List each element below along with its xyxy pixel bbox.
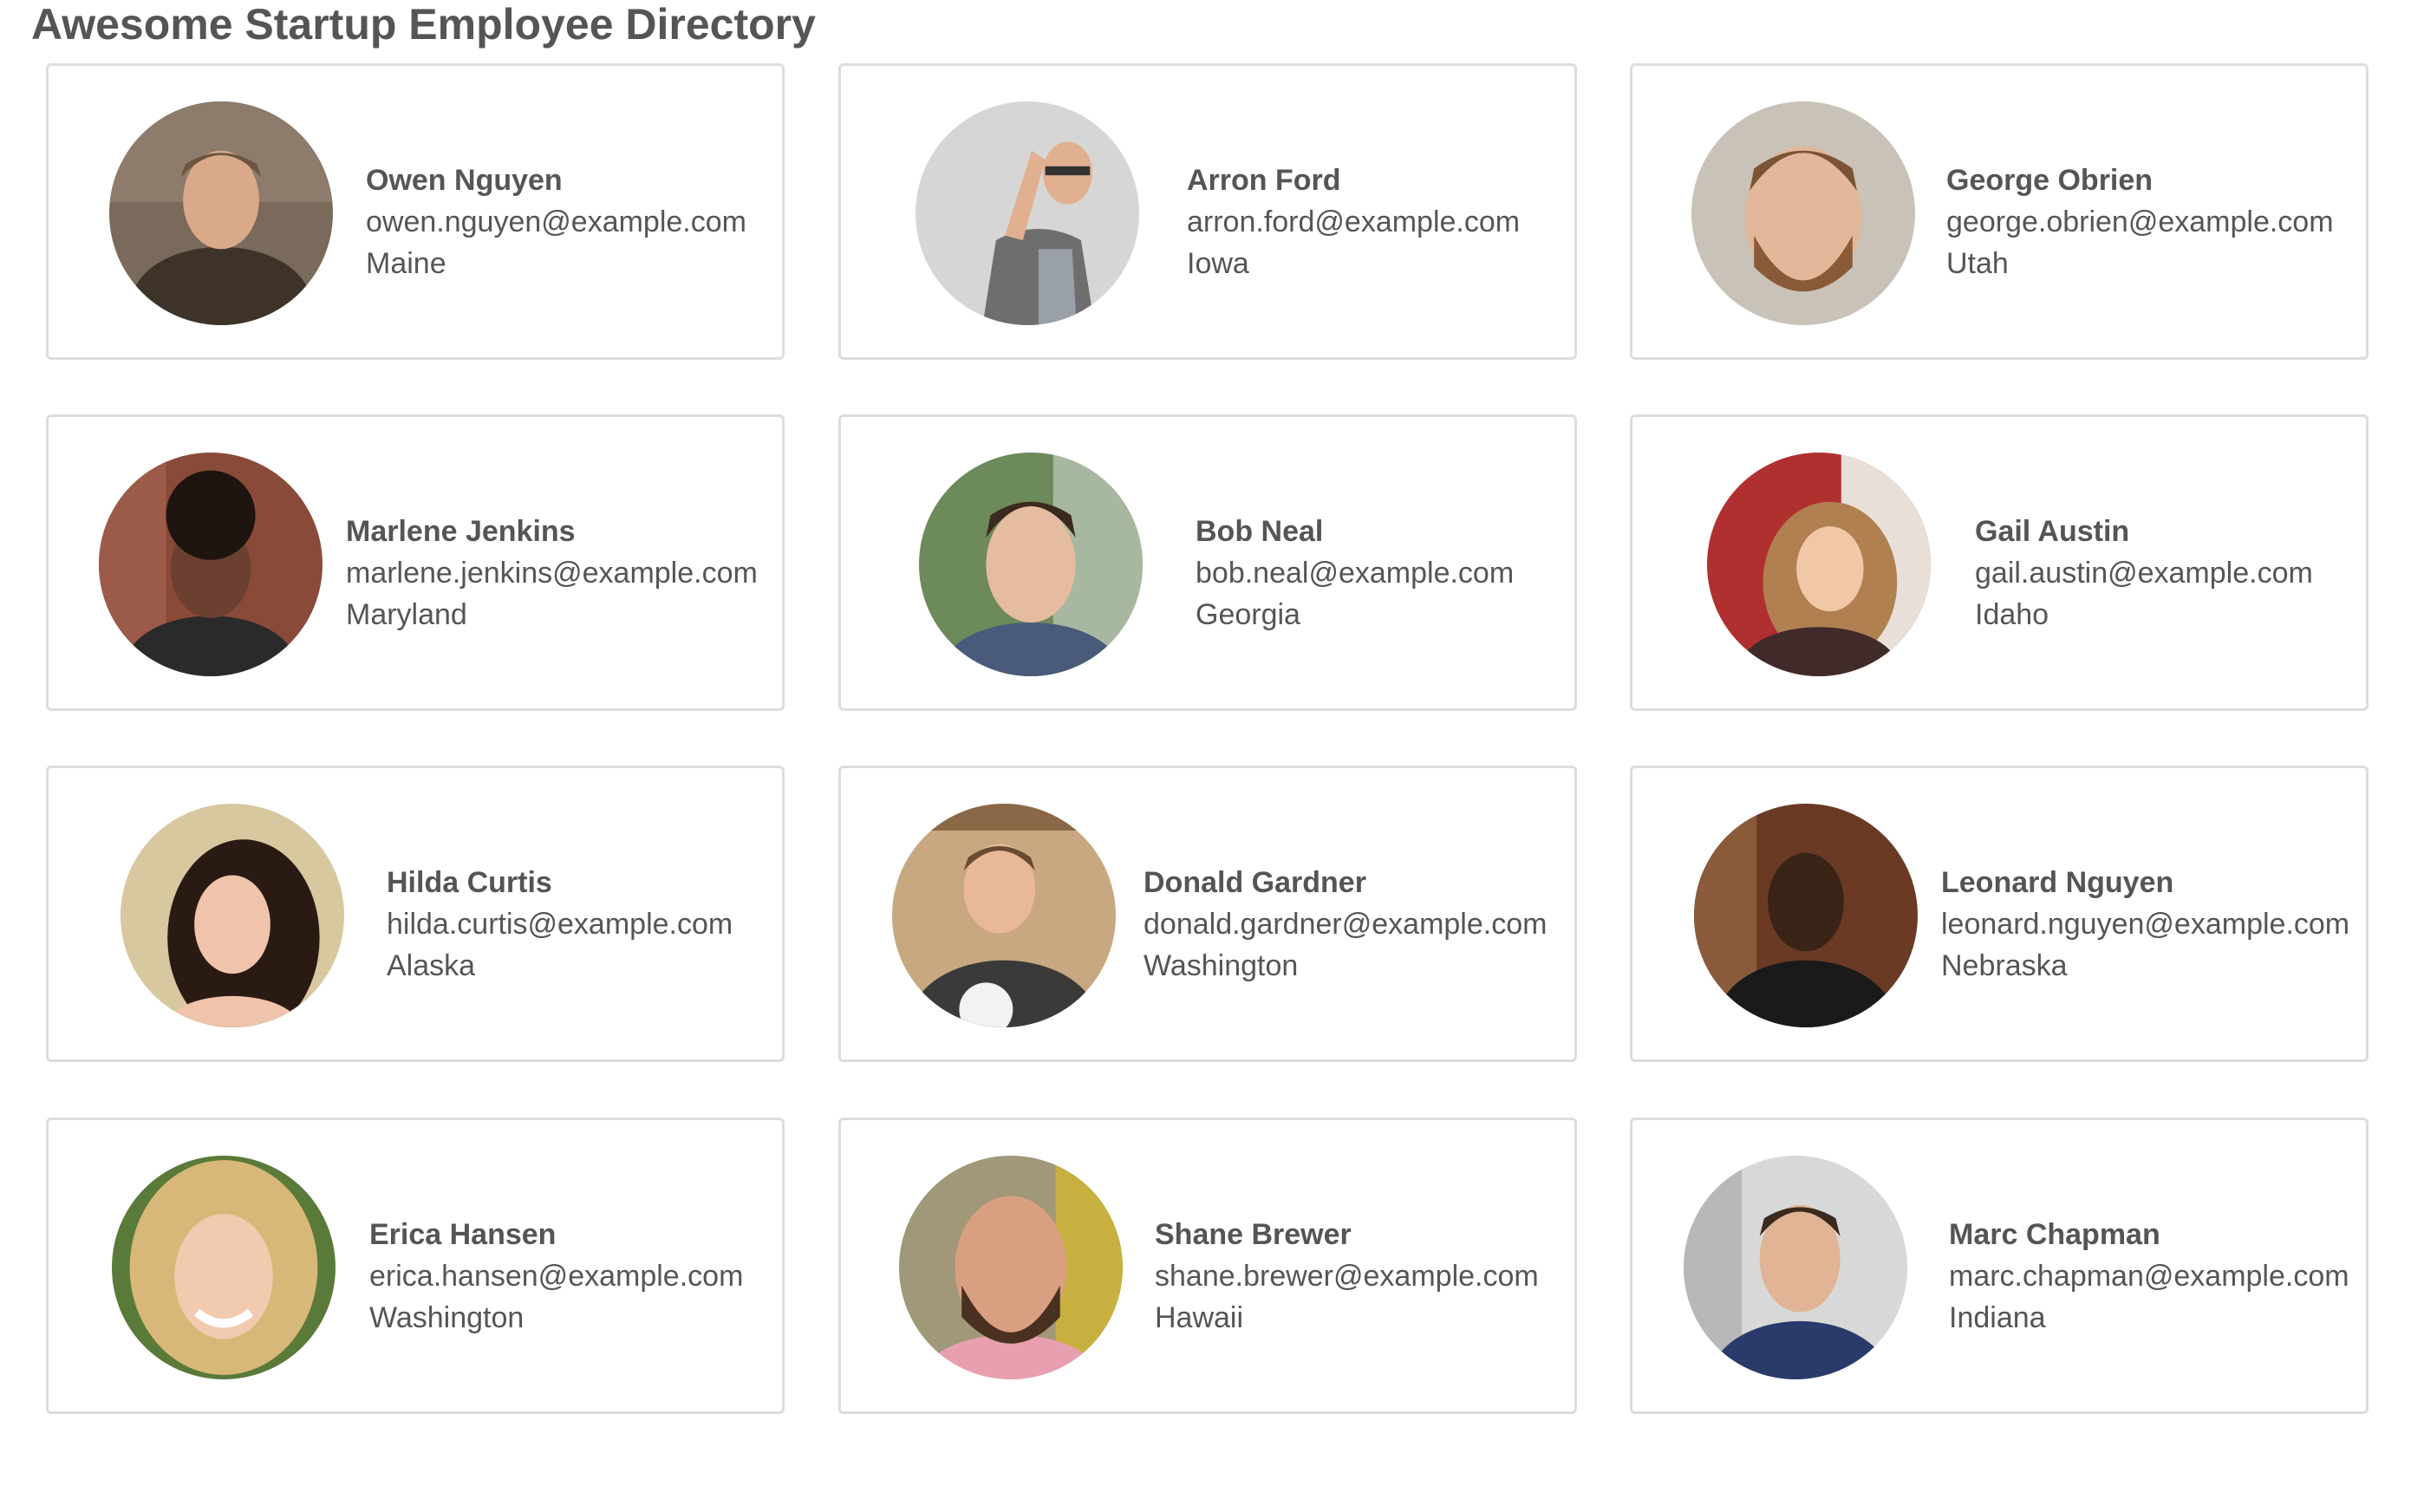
employee-email: bob.neal@example.com [1196,557,1515,590]
employee-info: Arron Ford arron.ford@example.com Iowa [1187,160,1520,284]
employee-state: Iowa [1187,247,1249,280]
employee-name: Erica Hansen [369,1218,557,1251]
employee-avatar [1707,453,1931,676]
employee-name: Leonard Nguyen [1941,866,2174,899]
employee-card[interactable]: Gail Austin gail.austin@example.com Idah… [1630,414,2369,711]
employee-email: marlene.jenkins@example.com [346,557,758,590]
employee-name: Donald Gardner [1144,866,1366,899]
employee-info: Bob Neal bob.neal@example.com Georgia [1196,511,1514,635]
employee-card[interactable]: Bob Neal bob.neal@example.com Georgia [838,414,1577,711]
employee-info: Marc Chapman marc.chapman@example.com In… [1949,1214,2349,1339]
employee-card[interactable]: Arron Ford arron.ford@example.com Iowa [838,63,1577,360]
employee-name: Marlene Jenkins [346,515,576,548]
employee-state: Maryland [346,598,467,631]
employee-card[interactable]: Leonard Nguyen leonard.nguyen@example.co… [1630,766,2369,1062]
employee-name: Owen Nguyen [366,164,563,197]
employee-state: Idaho [1975,598,2049,631]
employee-state: Nebraska [1941,949,2068,982]
employee-email: donald.gardner@example.com [1144,908,1548,941]
employee-info: Donald Gardner donald.gardner@example.co… [1144,862,1547,987]
employee-state: Indiana [1949,1301,2046,1334]
employee-state: Washington [1144,949,1299,982]
employee-card[interactable]: Marc Chapman marc.chapman@example.com In… [1630,1118,2369,1414]
employee-avatar [1691,101,1915,325]
employee-avatar [99,453,323,676]
employee-info: Hilda Curtis hilda.curtis@example.com Al… [387,862,733,987]
employee-name: Bob Neal [1196,515,1324,548]
employee-name: Hilda Curtis [387,866,552,899]
employee-avatar [109,101,333,325]
employee-email: arron.ford@example.com [1187,205,1521,238]
employee-avatar [919,453,1143,676]
employee-info: Owen Nguyen owen.nguyen@example.com Main… [366,160,746,284]
employee-name: Gail Austin [1975,515,2130,548]
employee-email: leonard.nguyen@example.com [1941,908,2350,941]
employee-card[interactable]: Marlene Jenkins marlene.jenkins@example.… [46,414,785,711]
employee-info: George Obrien george.obrien@example.com … [1946,160,2334,284]
employee-email: george.obrien@example.com [1946,205,2334,238]
employee-info: Gail Austin gail.austin@example.com Idah… [1975,511,2313,635]
employee-info: Leonard Nguyen leonard.nguyen@example.co… [1941,862,2349,987]
employee-avatar [112,1156,336,1379]
employee-email: erica.hansen@example.com [369,1260,744,1293]
employee-info: Shane Brewer shane.brewer@example.com Ha… [1155,1214,1539,1339]
employee-avatar [916,101,1139,325]
employee-card[interactable]: Shane Brewer shane.brewer@example.com Ha… [838,1118,1577,1414]
employee-card[interactable]: Donald Gardner donald.gardner@example.co… [838,766,1577,1062]
employee-state: Utah [1946,247,2009,280]
employee-name: Arron Ford [1187,164,1341,197]
employee-state: Washington [369,1301,525,1334]
employee-state: Georgia [1196,598,1300,631]
employee-name: George Obrien [1946,164,2154,197]
employee-state: Alaska [387,949,476,982]
employee-state: Maine [366,247,446,280]
employee-avatar [1694,804,1918,1027]
employee-card[interactable]: Erica Hansen erica.hansen@example.com Wa… [46,1118,785,1414]
employee-info: Marlene Jenkins marlene.jenkins@example.… [346,511,758,635]
employee-email: owen.nguyen@example.com [366,205,746,238]
employee-state: Hawaii [1155,1301,1244,1334]
employee-info: Erica Hansen erica.hansen@example.com Wa… [369,1214,743,1339]
employee-name: Marc Chapman [1949,1218,2160,1251]
employee-avatar [892,804,1116,1027]
employee-card[interactable]: Hilda Curtis hilda.curtis@example.com Al… [46,766,785,1062]
employee-avatar [899,1156,1123,1379]
employee-avatar [121,804,344,1027]
employee-name: Shane Brewer [1155,1218,1352,1251]
employee-avatar [1684,1156,1907,1379]
employee-email: hilda.curtis@example.com [387,908,733,941]
employee-email: shane.brewer@example.com [1155,1260,1539,1293]
employee-email: marc.chapman@example.com [1949,1260,2349,1293]
employee-card[interactable]: Owen Nguyen owen.nguyen@example.com Main… [46,63,785,360]
page-title: Awesome Startup Employee Directory [31,0,816,49]
employee-card[interactable]: George Obrien george.obrien@example.com … [1630,63,2369,360]
employee-email: gail.austin@example.com [1975,557,2313,590]
